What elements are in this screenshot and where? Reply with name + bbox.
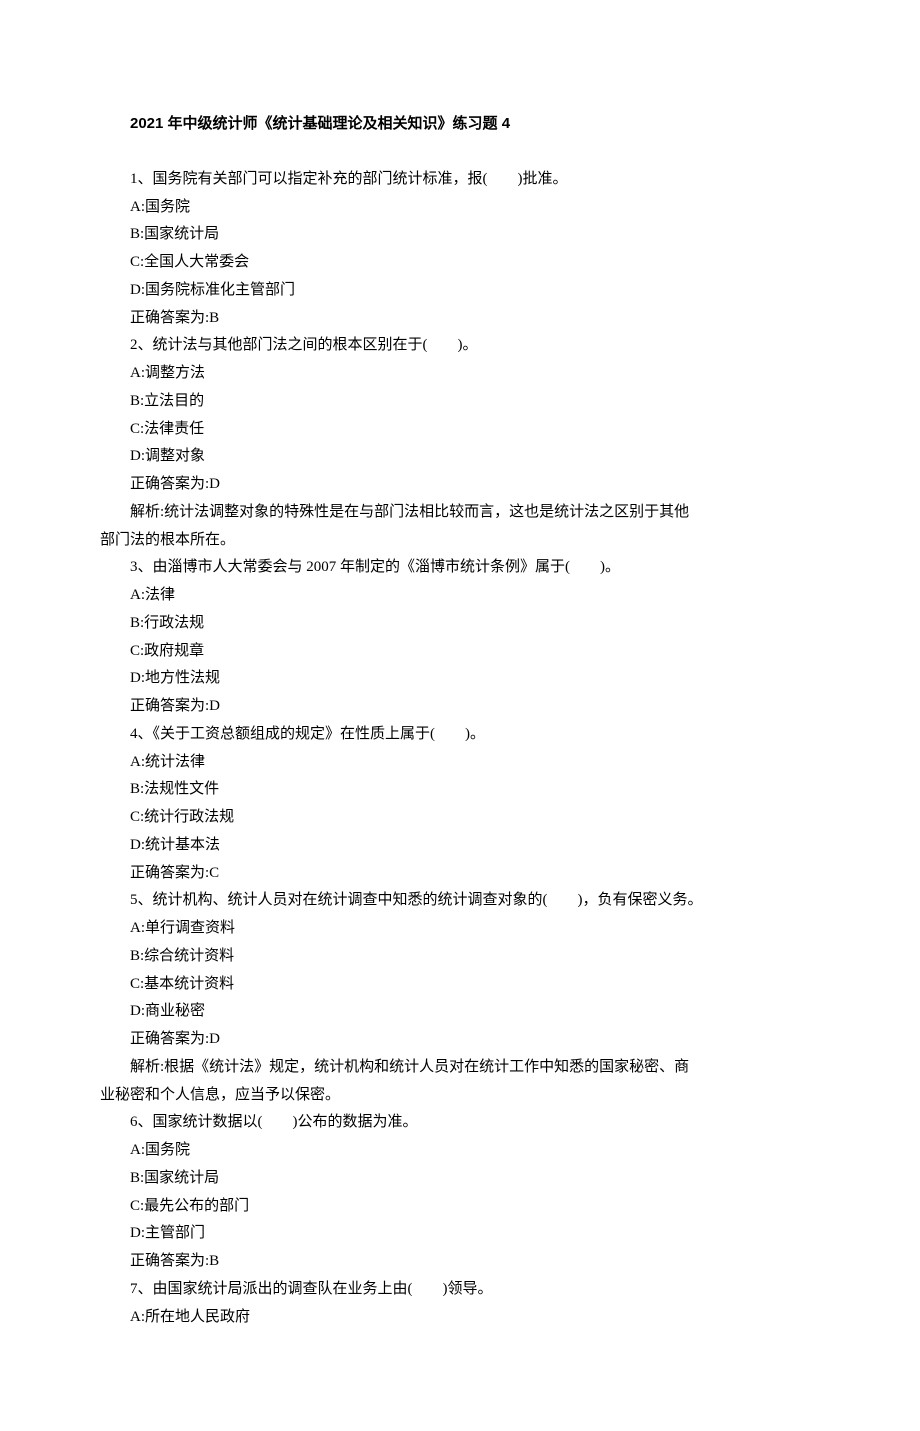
q1-option-b: B:国家统计局 [100,221,820,249]
q7-option-a: A:所在地人民政府 [100,1304,820,1332]
q3-option-c: C:政府规章 [100,638,820,666]
q3-option-a: A:法律 [100,582,820,610]
q6-option-b: B:国家统计局 [100,1165,820,1193]
q4-stem: 4、《关于工资总额组成的规定》在性质上属于( )。 [100,721,820,749]
q2-option-c: C:法律责任 [100,416,820,444]
q4-option-a: A:统计法律 [100,749,820,777]
q5-answer: 正确答案为:D [100,1026,820,1054]
q5-stem: 5、统计机构、统计人员对在统计调查中知悉的统计调查对象的( )，负有保密义务。 [100,887,820,915]
q2-explanation-line2: 部门法的根本所在。 [100,527,820,555]
q1-option-c: C:全国人大常委会 [100,249,820,277]
q1-stem: 1、国务院有关部门可以指定补充的部门统计标准，报( )批准。 [100,166,820,194]
q7-stem: 7、由国家统计局派出的调查队在业务上由( )领导。 [100,1276,820,1304]
q2-option-d: D:调整对象 [100,443,820,471]
q5-explanation-line2: 业秘密和个人信息，应当予以保密。 [100,1082,820,1110]
q2-option-b: B:立法目的 [100,388,820,416]
q6-option-c: C:最先公布的部门 [100,1193,820,1221]
q6-answer: 正确答案为:B [100,1248,820,1276]
q4-option-b: B:法规性文件 [100,776,820,804]
q4-option-d: D:统计基本法 [100,832,820,860]
document-title: 2021 年中级统计师《统计基础理论及相关知识》练习题 4 [100,110,820,138]
q3-answer: 正确答案为:D [100,693,820,721]
q1-option-d: D:国务院标准化主管部门 [100,277,820,305]
q5-option-c: C:基本统计资料 [100,971,820,999]
q2-stem: 2、统计法与其他部门法之间的根本区别在于( )。 [100,332,820,360]
q2-explanation-line1: 解析:统计法调整对象的特殊性是在与部门法相比较而言，这也是统计法之区别于其他 [100,499,820,527]
q3-option-d: D:地方性法规 [100,665,820,693]
q1-answer: 正确答案为:B [100,305,820,333]
q6-option-a: A:国务院 [100,1137,820,1165]
q5-option-b: B:综合统计资料 [100,943,820,971]
q5-option-d: D:商业秘密 [100,998,820,1026]
q5-option-a: A:单行调查资料 [100,915,820,943]
q6-stem: 6、国家统计数据以( )公布的数据为准。 [100,1109,820,1137]
q4-answer: 正确答案为:C [100,860,820,888]
q2-answer: 正确答案为:D [100,471,820,499]
q3-option-b: B:行政法规 [100,610,820,638]
q3-stem: 3、由淄博市人大常委会与 2007 年制定的《淄博市统计条例》属于( )。 [100,554,820,582]
q5-explanation-line1: 解析:根据《统计法》规定，统计机构和统计人员对在统计工作中知悉的国家秘密、商 [100,1054,820,1082]
q4-option-c: C:统计行政法规 [100,804,820,832]
q1-option-a: A:国务院 [100,194,820,222]
q2-option-a: A:调整方法 [100,360,820,388]
q6-option-d: D:主管部门 [100,1220,820,1248]
